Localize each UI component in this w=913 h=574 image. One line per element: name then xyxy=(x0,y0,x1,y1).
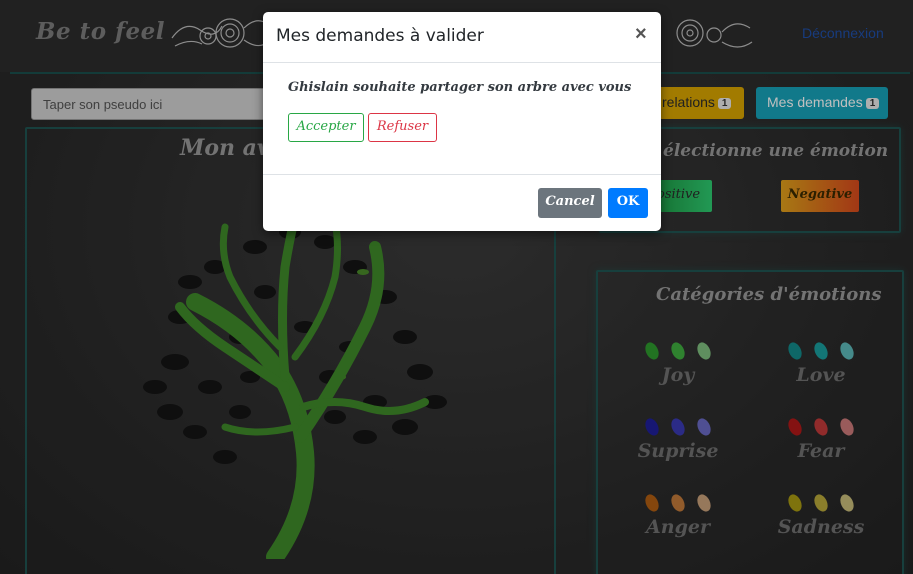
modal-title: Mes demandes à valider xyxy=(276,26,484,46)
close-icon[interactable]: × xyxy=(635,23,647,46)
share-request-text: Ghislain souhaite partager son arbre ave… xyxy=(288,80,632,95)
ok-button[interactable]: OK xyxy=(608,188,648,218)
pending-requests-modal: Mes demandes à valider × Ghislain souhai… xyxy=(263,12,661,231)
modal-body: Ghislain souhaite partager son arbre ave… xyxy=(263,63,661,175)
modal-header: Mes demandes à valider × xyxy=(263,12,661,63)
cancel-button[interactable]: Cancel xyxy=(538,188,602,218)
accept-button[interactable]: Accepter xyxy=(288,113,364,142)
refuse-button[interactable]: Refuser xyxy=(368,113,437,142)
